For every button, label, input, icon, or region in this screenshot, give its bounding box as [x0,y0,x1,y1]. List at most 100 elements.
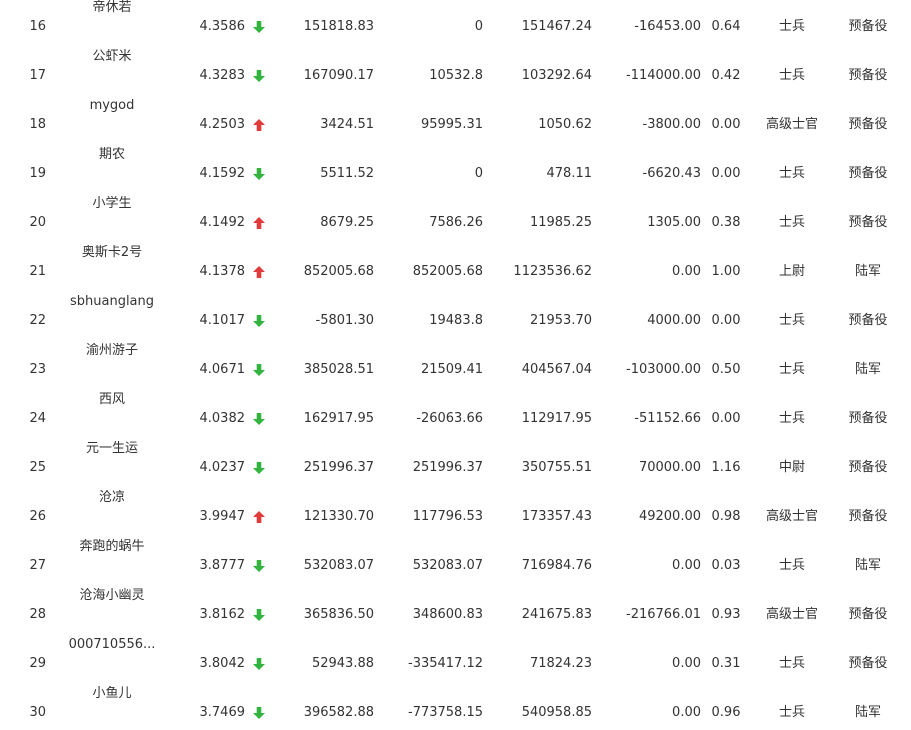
table-row: 28 沧海小幽灵 3.8162 365836.50 348600.83 2416… [0,583,911,632]
table-row: 27 奔跑的蜗牛 3.8777 532083.07 532083.07 7169… [0,534,911,583]
status-label: 陆军 [854,264,881,279]
user-name[interactable]: 奔跑的蜗牛 [56,539,168,555]
status-label: 预备役 [848,460,888,475]
user-name[interactable]: 帝休若 [56,0,168,16]
value-col-3: 1050.62 [538,117,592,132]
rank-title: 士兵 [778,19,805,34]
value-col-4: 0.00 [672,705,701,720]
table-row: 24 西风 4.0382 162917.95 -26063.66 112917.… [0,387,911,436]
user-name[interactable]: 沧凉 [56,490,168,506]
rank-number: 18 [29,117,46,132]
rank-number: 21 [29,264,46,279]
value-col-3: 173357.43 [521,509,592,524]
value-col-4: -103000.00 [626,362,701,377]
value-col-2: 117796.53 [412,509,483,524]
value-col-1: 385028.51 [303,362,374,377]
table-row: 16 帝休若 4.3586 151818.83 0 151467.24 -164… [0,0,911,44]
score-value: 4.0671 [199,362,246,377]
value-col-1: 3424.51 [320,117,374,132]
arrow-down-icon [252,363,266,377]
value-col-4: 0.00 [672,558,701,573]
score-value: 4.1378 [199,264,246,279]
user-name[interactable]: 元一生运 [56,441,168,457]
rate-value: 0.31 [711,656,741,671]
value-col-2: 10532.8 [429,68,483,83]
score-value: 3.8042 [199,656,246,671]
value-col-2: 348600.83 [412,607,483,622]
user-name[interactable]: 渝州游子 [56,343,168,359]
table-row: 20 小学生 4.1492 8679.25 7586.26 11985.25 1… [0,191,911,240]
value-col-3: 404567.04 [521,362,592,377]
user-name[interactable]: 公虾米 [56,49,168,65]
value-col-4: 0.00 [672,656,701,671]
value-col-2: 19483.8 [429,313,483,328]
rank-title: 士兵 [778,68,805,83]
value-col-4: 70000.00 [638,460,701,475]
value-col-4: 49200.00 [638,509,701,524]
user-name[interactable]: 期农 [56,147,168,163]
rate-value: 0.96 [711,705,741,720]
table-row: 19 期农 4.1592 5511.52 0 478.11 -6620.43 0… [0,142,911,191]
score-value: 3.9947 [199,509,246,524]
rank-title: 高级士官 [765,607,818,622]
user-name[interactable]: mygod [56,98,168,114]
rate-value: 0.00 [711,166,741,181]
rate-value: 0.64 [711,19,741,34]
score-value: 4.1492 [199,215,246,230]
rank-number: 20 [29,215,46,230]
table-row: 21 奥斯卡2号 4.1378 852005.68 852005.68 1123… [0,240,911,289]
user-name[interactable]: 小学生 [56,196,168,212]
rank-title: 士兵 [778,558,805,573]
value-col-2: 95995.31 [420,117,483,132]
arrow-down-icon [252,412,266,426]
arrow-down-icon [252,167,266,181]
rank-title: 士兵 [778,656,805,671]
rate-value: 0.98 [711,509,741,524]
rank-title: 上尉 [778,264,805,279]
status-label: 预备役 [848,117,888,132]
rank-title: 士兵 [778,166,805,181]
table-row: 30 小鱼儿 3.7469 396582.88 -773758.15 54095… [0,681,911,730]
user-name[interactable]: 小鱼儿 [56,686,168,702]
rank-number: 24 [29,411,46,426]
status-label: 陆军 [854,705,881,720]
status-label: 预备役 [848,656,888,671]
rank-title: 高级士官 [765,117,818,132]
rate-value: 0.00 [711,411,741,426]
rank-title: 中尉 [778,460,805,475]
status-label: 预备役 [848,411,888,426]
status-label: 预备役 [848,215,888,230]
value-col-1: -5801.30 [315,313,374,328]
arrow-down-icon [252,69,266,83]
rank-title: 士兵 [778,215,805,230]
value-col-2: 852005.68 [412,264,483,279]
status-label: 预备役 [848,19,888,34]
arrow-up-icon [252,118,266,132]
user-name[interactable]: 西风 [56,392,168,408]
rank-number: 28 [29,607,46,622]
table-row: 29 000710556... 3.8042 52943.88 -335417.… [0,632,911,681]
arrow-down-icon [252,461,266,475]
score-value: 4.0382 [199,411,246,426]
rank-number: 19 [29,166,46,181]
value-col-1: 52943.88 [311,656,374,671]
user-name[interactable]: sbhuanglang [56,294,168,310]
user-name[interactable]: 沧海小幽灵 [56,588,168,604]
status-label: 陆军 [854,558,881,573]
value-col-1: 8679.25 [320,215,374,230]
value-col-3: 11985.25 [529,215,592,230]
score-value: 4.1017 [199,313,246,328]
rank-title: 士兵 [778,411,805,426]
table-row: 26 沧凉 3.9947 121330.70 117796.53 173357.… [0,485,911,534]
user-name[interactable]: 奥斯卡2号 [56,245,168,261]
arrow-up-icon [252,216,266,230]
table-row: 18 mygod 4.2503 3424.51 95995.31 1050.62… [0,93,911,142]
score-value: 3.8162 [199,607,246,622]
score-value: 3.7469 [199,705,246,720]
status-label: 预备役 [848,509,888,524]
user-name[interactable]: 000710556... [56,637,168,653]
value-col-1: 151818.83 [303,19,374,34]
arrow-up-icon [252,510,266,524]
value-col-3: 350755.51 [521,460,592,475]
value-col-2: 7586.26 [429,215,483,230]
